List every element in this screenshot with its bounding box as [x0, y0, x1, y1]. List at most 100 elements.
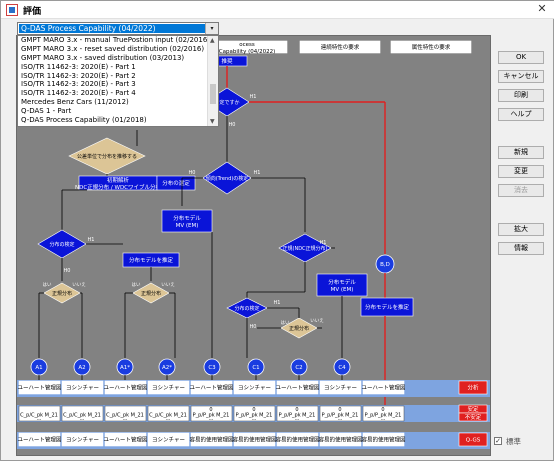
change-button[interactable]: 変更 [498, 165, 544, 178]
dropdown-option[interactable]: GMPT MARO 3.x - reset saved distribution… [18, 45, 218, 54]
strategy-dropdown-list[interactable]: GMPT MARO 3.x - manual TruePostion input… [17, 35, 219, 127]
info-button[interactable]: 情報 [498, 242, 544, 255]
ok-button[interactable]: OK [498, 51, 544, 64]
flow-label: H0 [189, 170, 196, 176]
standard-checkbox[interactable]: ✓ [494, 437, 502, 445]
app-icon [6, 4, 18, 16]
flow-label: 分布の検定 [49, 241, 74, 248]
delete-button[interactable]: 消去 [498, 184, 544, 197]
scroll-thumb[interactable] [210, 84, 216, 104]
flow-label: 分布モデルを推定 [365, 303, 410, 311]
dropdown-option[interactable]: GMPT MARO 3.x - manual TruePostion input… [18, 36, 218, 45]
flow-label: H0 [229, 122, 236, 128]
flow-label: 分布の選定 [162, 179, 190, 187]
flow-label: 容易的使用管理図 [361, 436, 406, 444]
flow-label: ヨシンチャー [152, 437, 185, 444]
flow-label: 分布の検定 [234, 305, 259, 312]
close-icon[interactable]: ✕ [534, 1, 550, 17]
zoom-button[interactable]: 拡大 [498, 223, 544, 236]
flow-label: 正規分布 [289, 325, 309, 332]
flow-label: H1 [250, 94, 257, 100]
flow-label: 傾向(Trend)の検定 [206, 175, 249, 182]
flow-label: ユーハート管理図 [18, 384, 62, 392]
flow-label: Capability (04/2022) [219, 49, 275, 55]
flow-label: ユーハート管理図 [18, 436, 62, 444]
flow-label: いいえ [161, 282, 175, 288]
dropdown-option[interactable]: ISO/TR 11462-3: 2020(E) - Part 3 [18, 80, 218, 89]
dropdown-option[interactable]: Q-DAS Process Capability (01/2018) [18, 116, 218, 125]
flow-label: ocess [239, 42, 255, 48]
flow-label: ヨシンチャー [66, 385, 99, 392]
flow-label: --- [80, 417, 85, 422]
scroll-up-icon[interactable]: ▲ [210, 37, 215, 44]
flow-label: --- [252, 417, 257, 422]
flow-label: C3 [208, 365, 216, 371]
flow-label: H0 [250, 324, 257, 330]
dropdown-option[interactable]: ISO/TR 11462-3: 2020(E) - Part 2 [18, 72, 218, 81]
flow-label: ヨシンチャー [66, 437, 99, 444]
help-button[interactable]: ヘルプ [498, 108, 544, 121]
flow-label: H1 [320, 240, 327, 246]
flow-label: 分析 [467, 384, 479, 392]
flow-label: NDC正規分布 / WDCワイブル分布 [75, 183, 162, 191]
flow-label: 容易的使用管理図 [189, 436, 234, 444]
chevron-down-icon[interactable]: ▾ [205, 23, 218, 34]
dropdown-option[interactable]: GMPT MARO 3.x - saved distribution (03/2… [18, 54, 218, 63]
flow-label: はい [132, 282, 141, 288]
flow-label: はい [43, 282, 52, 288]
flow-label: H1 [254, 170, 261, 176]
dropdown-option[interactable]: ISO/TR 11462-3: 2020(E) - Part 4 [18, 89, 218, 98]
flow-label: B,D [380, 262, 390, 268]
flow-label: H1 [274, 300, 281, 306]
flow-label: --- [37, 417, 42, 422]
flow-label: 分布モデルを推定 [129, 256, 174, 264]
flow-label: Q-GS [466, 438, 481, 444]
dropdown-option[interactable]: Mercedes Benz Cars (11/2012) [18, 98, 218, 107]
flow-label: --- [381, 417, 386, 422]
flow-label: 正規分布 [141, 290, 161, 297]
flow-label: MV (EM) [176, 223, 199, 229]
flow-label: 公差単位で分布を推移する [77, 153, 137, 160]
flow-label: --- [338, 417, 343, 422]
flow-label: A1 [35, 365, 42, 371]
flow-label: いいえ [72, 282, 86, 288]
flow-label: MV (EM) [331, 287, 354, 293]
flow-label: --- [166, 417, 171, 422]
flow-label: 属性特性の要求 [412, 43, 451, 51]
flow-label: A2 [78, 365, 85, 371]
flow-label: ユーハート管理図 [190, 384, 234, 392]
dropdown-option[interactable]: Q-DAS 1 - Part [18, 107, 218, 116]
print-button[interactable]: 印刷 [498, 89, 544, 102]
scroll-down-icon[interactable]: ▼ [210, 118, 215, 125]
standard-checkbox-label: 標準 [506, 437, 521, 446]
flow-label: --- [209, 417, 214, 422]
flow-label: C2 [295, 365, 302, 371]
flow-label: H0 [64, 268, 71, 274]
flow-label: ユーハート管理図 [104, 384, 148, 392]
dropdown-option[interactable]: ISO/TR 11462-3: 2020(E) - Part 1 [18, 63, 218, 72]
new-button[interactable]: 新規 [498, 146, 544, 159]
flow-label: 連続特性の要求 [321, 43, 360, 51]
title-bar: 評価 ✕ [1, 1, 554, 19]
flow-label: ユーハート管理図 [104, 436, 148, 444]
flow-label: ヨシンチャー [152, 385, 185, 392]
flow-label: 不安定 [465, 413, 482, 421]
flow-label: ユーハート管理図 [362, 384, 406, 392]
flow-label: ヨシンチャー [238, 385, 271, 392]
flow-label: 初期解析 [107, 176, 130, 184]
flow-label: 容易的使用管理図 [275, 436, 320, 444]
flow-label: H1 [88, 237, 95, 243]
evaluation-window: 評価 ✕ ocess Capability (04/2022) 連続特性の要求 属性特… [0, 0, 554, 461]
flow-label: --- [295, 417, 300, 422]
flow-label: 安定 [467, 405, 479, 413]
flow-label: はい [281, 320, 290, 326]
window-title: 評価 [23, 7, 42, 17]
strategy-dropdown-value[interactable]: Q-DAS Process Capability (04/2022) [19, 24, 205, 33]
strategy-dropdown[interactable]: Q-DAS Process Capability (04/2022) ▾ [17, 22, 219, 35]
flow-label: いいえ [310, 318, 324, 324]
cancel-button[interactable]: キャンセル [498, 70, 544, 83]
flow-label: C1 [252, 365, 259, 371]
flow-label: 正規分布 [52, 290, 72, 297]
flow-label: A1* [120, 365, 130, 371]
dropdown-scrollbar[interactable]: ▲ ▼ [207, 36, 218, 126]
